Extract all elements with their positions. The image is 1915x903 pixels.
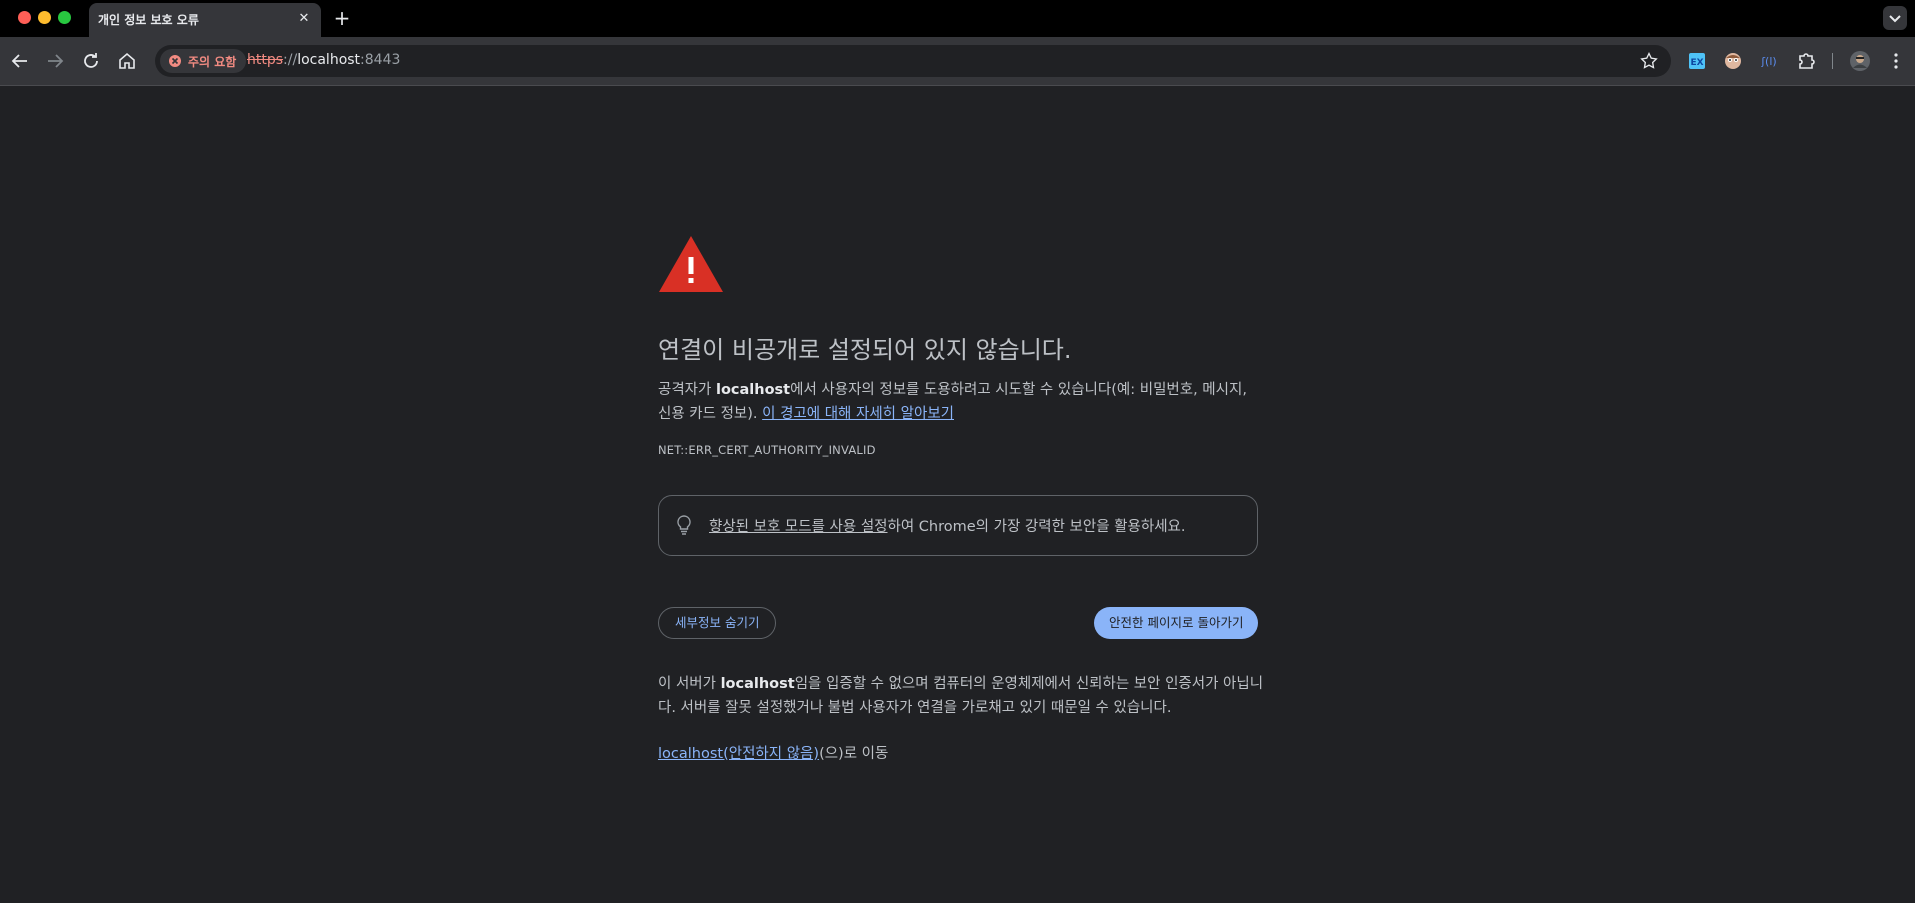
reload-icon [84, 53, 98, 68]
tab-strip: 개인 정보 보호 오류 ✕ + [0, 0, 1915, 37]
proceed-line: localhost(안전하지 않음)(으)로 이동 [658, 742, 888, 763]
url-scheme: https [247, 52, 284, 68]
url-text[interactable]: https://localhost:8443 [247, 52, 400, 68]
voice-extension-icon[interactable]: ʃ(l) [1757, 49, 1781, 73]
enhanced-protection-text: 향상된 보호 모드를 사용 설정하여 Chrome의 가장 강력한 보안을 활용… [709, 515, 1185, 536]
enhanced-protection-box: 향상된 보호 모드를 사용 설정하여 Chrome의 가장 강력한 보안을 활용… [658, 495, 1258, 556]
para1-prefix: 공격자가 [658, 382, 716, 398]
para1-host: localhost [715, 382, 791, 398]
arrow-left-icon [11, 54, 27, 68]
tab-close-icon[interactable]: ✕ [295, 10, 313, 28]
security-chip-label: 주의 요함 [188, 54, 237, 69]
back-button[interactable] [8, 49, 32, 73]
learn-more-link[interactable]: 이 경고에 대해 자세히 알아보기 [762, 406, 954, 422]
home-button[interactable] [115, 49, 139, 73]
window-close-button[interactable] [18, 11, 31, 24]
enhanced-protection-suffix: 하여 Chrome의 가장 강력한 보안을 활용하세요. [887, 519, 1186, 535]
url-separator: :// [283, 52, 298, 68]
toolbar: 주의 요함 https://localhost:8443 EX ʃ(l) [0, 37, 1915, 86]
arrow-right-icon [48, 54, 64, 68]
puzzle-extensions-icon[interactable] [1794, 49, 1818, 73]
address-bar[interactable]: 주의 요함 https://localhost:8443 [155, 45, 1671, 77]
bookmark-star-icon[interactable] [1639, 51, 1659, 71]
url-port: :8443 [360, 52, 401, 68]
details-paragraph: 이 서버가 localhost임을 입증할 수 없으며 컴퓨터의 운영체제에서 … [658, 672, 1278, 720]
forward-button[interactable] [43, 49, 67, 73]
enhanced-protection-link[interactable]: 향상된 보호 모드를 사용 설정 [709, 519, 888, 535]
error-code: NET::ERR_CERT_AUTHORITY_INVALID [658, 443, 876, 457]
proceed-suffix: (으)로 이동 [819, 746, 889, 762]
url-host: localhost [297, 52, 361, 68]
profile-avatar[interactable] [1848, 49, 1872, 73]
svg-text:EX: EX [1690, 58, 1703, 68]
ex-extension-icon[interactable]: EX [1685, 49, 1709, 73]
hide-details-button[interactable]: 세부정보 숨기기 [658, 607, 777, 639]
tab-active[interactable]: 개인 정보 보호 오류 ✕ [89, 3, 321, 37]
page-heading: 연결이 비공개로 설정되어 있지 않습니다. [658, 336, 1072, 364]
more-vert-icon [1894, 53, 1898, 69]
home-icon [119, 52, 135, 69]
error-circle-icon [169, 55, 181, 67]
warning-triangle-icon [659, 236, 723, 292]
window-minimize-button[interactable] [38, 11, 51, 24]
svg-text:ʃ(l): ʃ(l) [1760, 55, 1776, 68]
security-chip[interactable]: 주의 요함 [160, 49, 247, 73]
window-maximize-button[interactable] [58, 11, 71, 24]
new-tab-button[interactable]: + [331, 7, 353, 29]
avatar-extension-icon[interactable] [1721, 49, 1745, 73]
toolbar-divider [1832, 53, 1833, 69]
menu-kebab-button[interactable] [1884, 49, 1908, 73]
explanation-paragraph: 공격자가 localhost에서 사용자의 정보를 도용하려고 시도할 수 있습… [658, 378, 1258, 426]
back-to-safety-button[interactable]: 안전한 페이지로 돌아가기 [1094, 607, 1258, 639]
para2-prefix: 이 서버가 [658, 676, 721, 692]
para2-host: localhost [720, 676, 795, 692]
tab-title: 개인 정보 보호 오류 [98, 13, 199, 27]
tab-search-button[interactable] [1883, 6, 1907, 30]
lightbulb-icon [677, 515, 691, 535]
chevron-down-icon [1889, 15, 1901, 23]
proceed-unsafe-link[interactable]: localhost(안전하지 않음) [658, 746, 819, 762]
reload-button[interactable] [79, 49, 103, 73]
